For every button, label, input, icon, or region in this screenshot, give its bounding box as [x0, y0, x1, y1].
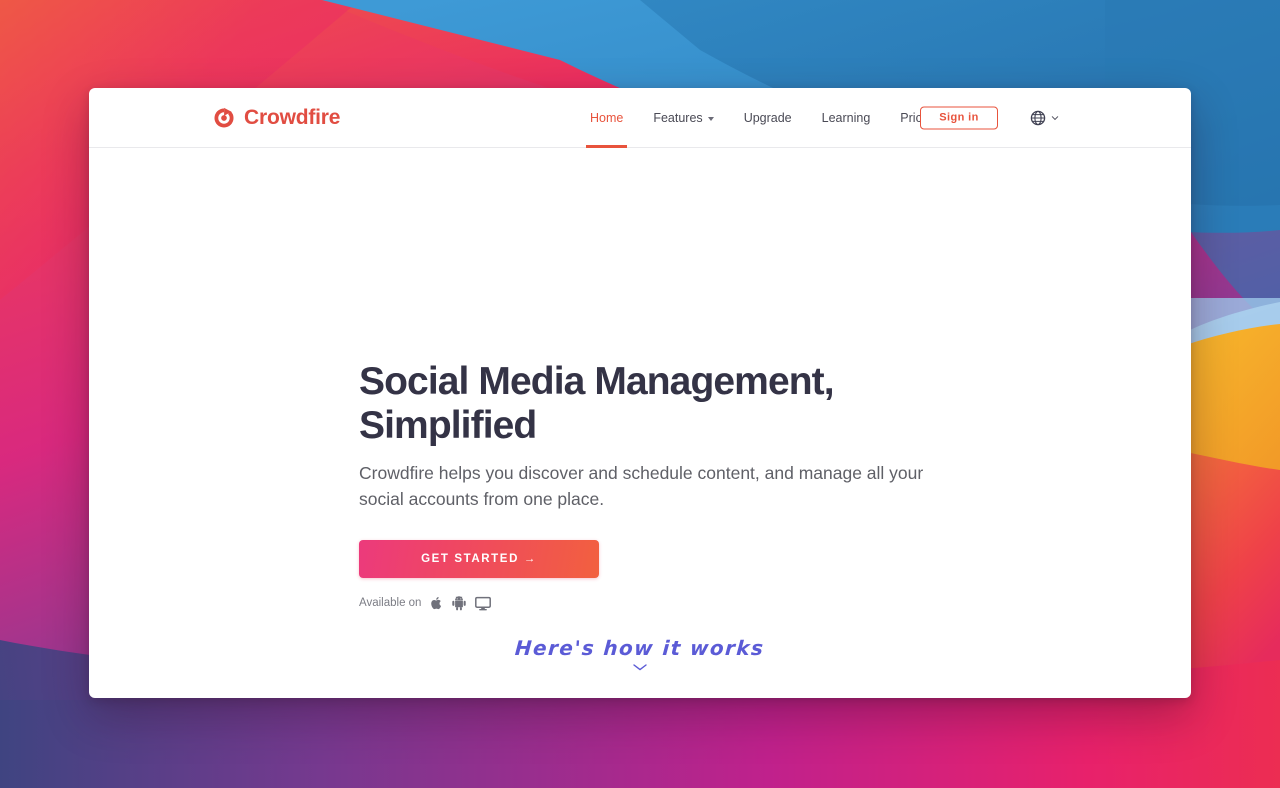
globe-icon [1030, 110, 1046, 125]
chevron-down-icon [1051, 115, 1059, 120]
nav-label-features: Features [653, 111, 703, 125]
nav-label-home: Home [590, 111, 624, 125]
hero-content: Social Media Management, Simplified Crow… [359, 360, 979, 611]
available-on-label: Available on [359, 597, 422, 610]
hero-subheadline: Crowdfire helps you discover and schedul… [359, 463, 924, 510]
nav-item-learning[interactable]: Learning [807, 88, 886, 148]
nav-label-learning: Learning [821, 111, 871, 125]
hero-section: Social Media Management, Simplified Crow… [89, 148, 1191, 698]
main-nav: Home Features Upgrade Learning Pricing [575, 88, 954, 148]
browser-window: Crowdfire Home Features Upgrade Learning… [89, 88, 1191, 698]
brand-name: Crowdfire [244, 105, 341, 129]
android-icon[interactable] [452, 596, 467, 611]
crowdfire-swirl-icon [214, 107, 234, 128]
apple-icon[interactable] [430, 596, 443, 611]
language-selector[interactable] [1030, 110, 1059, 126]
nav-item-home[interactable]: Home [575, 88, 638, 148]
chevron-down-icon [707, 117, 714, 121]
how-it-works-label: Here's how it works [514, 636, 766, 660]
page-title: Social Media Management, Simplified [359, 360, 835, 447]
available-on-row: Available on [359, 596, 979, 611]
desktop-monitor-icon[interactable] [475, 596, 492, 611]
how-it-works-link[interactable]: Here's how it works [89, 636, 1191, 672]
sign-in-button[interactable]: Sign in [920, 106, 998, 129]
site-header: Crowdfire Home Features Upgrade Learning… [89, 88, 1191, 148]
chevron-down-icon [633, 664, 647, 671]
nav-item-features[interactable]: Features [638, 88, 728, 148]
brand-logo[interactable]: Crowdfire [213, 106, 340, 130]
nav-item-upgrade[interactable]: Upgrade [729, 88, 807, 148]
nav-label-upgrade: Upgrade [743, 111, 792, 125]
get-started-button[interactable]: GET STARTED → [359, 539, 599, 578]
